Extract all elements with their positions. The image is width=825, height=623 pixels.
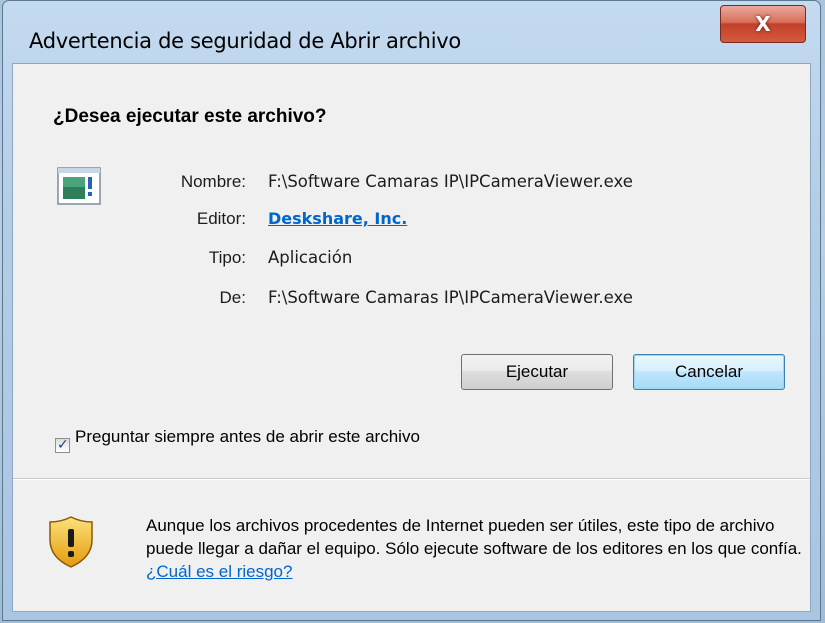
cancel-button[interactable]: Cancelar xyxy=(633,354,785,390)
from-label: De: xyxy=(219,288,246,307)
warning-message: Aunque los archivos procedentes de Inter… xyxy=(146,514,806,583)
close-button[interactable]: X xyxy=(720,5,806,43)
from-row: De: F:\Software Camaras IP\IPCameraViewe… xyxy=(13,288,812,314)
warning-footer: Aunque los archivos procedentes de Inter… xyxy=(13,480,810,611)
name-label: Nombre: xyxy=(180,172,246,191)
risk-link[interactable]: ¿Cuál es el riesgo? xyxy=(146,562,292,581)
publisher-link[interactable]: Deskshare, Inc. xyxy=(268,209,407,228)
security-shield-icon xyxy=(49,516,93,568)
name-value: F:\Software Camaras IP\IPCameraViewer.ex… xyxy=(268,172,633,191)
publisher-label: Editor: xyxy=(196,209,246,228)
title-bar[interactable]: Advertencia de seguridad de Abrir archiv… xyxy=(3,1,820,63)
always-ask-label[interactable]: Preguntar siempre antes de abrir este ar… xyxy=(75,426,455,448)
window-title: Advertencia de seguridad de Abrir archiv… xyxy=(29,29,461,53)
checkmark-icon: ✓ xyxy=(57,436,69,452)
type-row: Tipo: Aplicación xyxy=(13,248,812,274)
dialog-body: ¿Desea ejecutar este archivo? Nombre: F:… xyxy=(12,63,811,612)
warning-text: Aunque los archivos procedentes de Inter… xyxy=(146,516,802,558)
name-row: Nombre: F:\Software Camaras IP\IPCameraV… xyxy=(13,172,812,198)
from-value: F:\Software Camaras IP\IPCameraViewer.ex… xyxy=(268,288,633,307)
dialog-question: ¿Desea ejecutar este archivo? xyxy=(53,106,327,127)
type-label: Tipo: xyxy=(208,248,246,267)
run-button[interactable]: Ejecutar xyxy=(461,354,613,390)
close-icon: X xyxy=(755,12,771,36)
security-warning-dialog: Advertencia de seguridad de Abrir archiv… xyxy=(2,0,821,621)
always-ask-checkbox[interactable]: ✓ xyxy=(55,436,70,453)
publisher-row: Editor: Deskshare, Inc. xyxy=(13,209,812,235)
type-value: Aplicación xyxy=(268,248,353,267)
